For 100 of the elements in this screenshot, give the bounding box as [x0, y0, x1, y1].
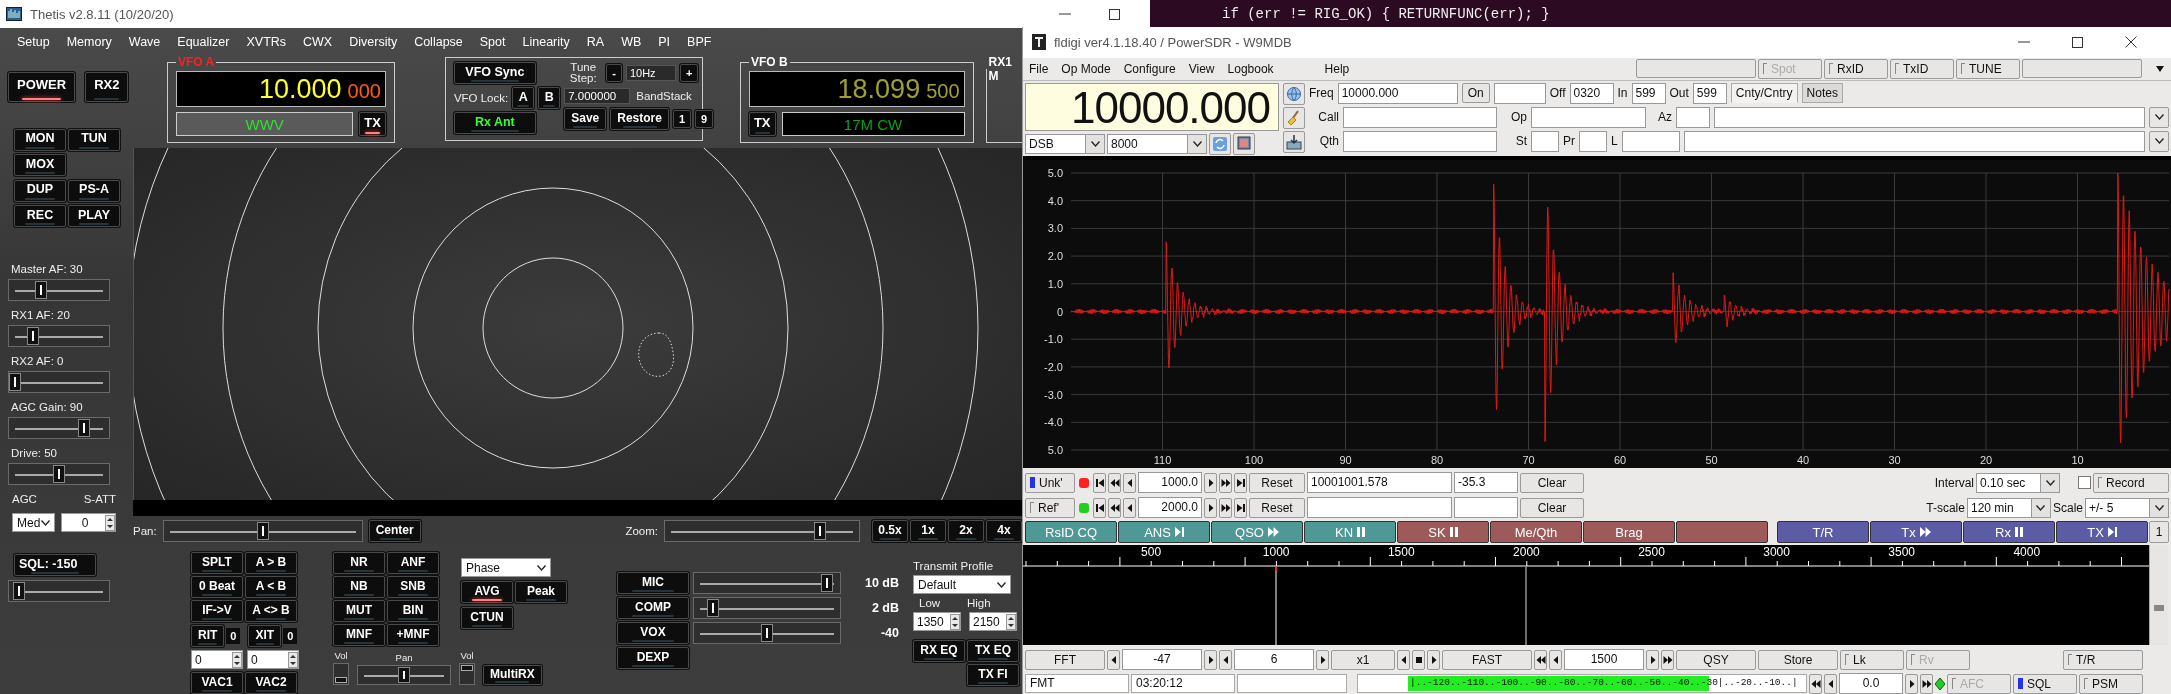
slider-thumb[interactable] — [9, 373, 21, 391]
vfo-button[interactable]: IF->V — [191, 600, 243, 622]
low-cut-field[interactable]: 1350 — [913, 612, 961, 631]
forward-button[interactable] — [1316, 649, 1329, 670]
skip-back-button[interactable] — [1093, 497, 1106, 518]
azimuth-field[interactable] — [1676, 106, 1710, 128]
zoom-button[interactable]: 0.5x — [872, 520, 908, 542]
channel-toggle[interactable]: Unk' — [1025, 472, 1075, 493]
toggle-button[interactable]: Lk — [1840, 649, 1904, 670]
slider[interactable] — [8, 580, 110, 602]
slider[interactable] — [8, 417, 110, 439]
bandstack-button[interactable]: 9 — [695, 110, 714, 128]
back-button[interactable] — [1549, 649, 1562, 670]
time-on-field[interactable] — [1493, 82, 1546, 104]
dropdown-button[interactable] — [2149, 106, 2169, 128]
slider[interactable] — [333, 663, 349, 685]
toggle-button[interactable]: SQL — [2013, 673, 2077, 694]
carrier-frequency-field[interactable]: 1500 — [1564, 649, 1644, 670]
menu-item[interactable]: CWX — [303, 34, 333, 49]
slider-thumb[interactable] — [13, 582, 26, 600]
province-field[interactable] — [1579, 130, 1607, 152]
mode-button[interactable]: PS-A — [68, 179, 120, 202]
scroll-arrow-icon[interactable] — [2155, 64, 2165, 73]
slider-thumb[interactable] — [814, 522, 827, 540]
fast-forward-button[interactable] — [1219, 497, 1232, 518]
offset-field[interactable]: 0 — [247, 650, 299, 669]
reset-button[interactable]: Reset — [1249, 472, 1305, 493]
menu-item[interactable]: Collapse — [414, 34, 463, 49]
scrollbar[interactable] — [2149, 545, 2168, 645]
menu-item[interactable]: XVTRs — [246, 34, 287, 49]
dsp-button[interactable]: BIN — [387, 600, 439, 622]
xit-button[interactable]: XIT — [248, 625, 282, 647]
back-button[interactable] — [1123, 497, 1136, 518]
frequency-display[interactable]: 10.000 000 — [176, 71, 386, 107]
time-off-field[interactable]: 0320 — [1569, 82, 1614, 104]
equalizer-button[interactable]: TX EQ — [967, 640, 1019, 662]
rewind-button[interactable] — [1534, 649, 1547, 670]
state-field[interactable] — [1531, 130, 1559, 152]
macro-button[interactable]: Tx — [1870, 521, 1962, 543]
mode-button[interactable]: DUP — [14, 179, 66, 202]
restore-button[interactable]: Restore — [610, 108, 669, 130]
rx2-button[interactable]: RX2 — [85, 72, 129, 102]
slider[interactable] — [8, 279, 110, 301]
frequency-field[interactable]: 1000.0 — [1138, 472, 1202, 493]
value-field[interactable]: -35.3 — [1454, 472, 1518, 493]
rewind-button[interactable] — [1108, 497, 1121, 518]
tx-control-button[interactable]: MIC — [617, 572, 689, 594]
dsp-button[interactable]: NR — [333, 552, 385, 574]
locator-field[interactable] — [1621, 130, 1680, 152]
vfo-button[interactable]: SPLT — [191, 552, 243, 574]
tx-control-button[interactable]: VOX — [617, 622, 689, 644]
forward-button[interactable] — [1905, 673, 1918, 694]
vfo-lock-button[interactable]: B — [538, 87, 561, 109]
back-button[interactable] — [1824, 673, 1837, 694]
vac-button[interactable]: VAC1 — [191, 672, 243, 694]
menu-item[interactable]: Wave — [128, 34, 161, 49]
menu-item[interactable]: PI — [658, 34, 671, 49]
slider[interactable] — [8, 325, 110, 347]
slider[interactable] — [8, 371, 110, 393]
macro-button[interactable]: Me/Qth — [1490, 521, 1582, 543]
slider-thumb[interactable] — [461, 664, 473, 671]
skip-forward-button[interactable] — [1234, 472, 1247, 493]
reading-field[interactable]: 10001001.578 — [1307, 472, 1452, 493]
time-on-button[interactable]: On — [1461, 83, 1490, 104]
mode-button[interactable]: MON — [14, 128, 66, 151]
tx-rx-button[interactable]: T/R — [2063, 649, 2143, 670]
maximize-icon[interactable] — [2072, 36, 2083, 48]
back-button[interactable] — [1219, 649, 1232, 670]
average-button[interactable]: AVG — [461, 581, 513, 603]
vfo-button[interactable]: A < B — [245, 576, 297, 598]
dsp-button[interactable]: NB — [333, 576, 385, 598]
slider[interactable] — [8, 463, 110, 485]
tab[interactable]: Cnty/Cntry — [1730, 83, 1798, 104]
vfo-lock-button[interactable]: A — [512, 87, 535, 109]
macro-button[interactable]: Rx — [1963, 521, 2055, 543]
macro-button[interactable] — [1676, 521, 1768, 543]
reference-level-field[interactable]: -47 — [1122, 649, 1202, 670]
checkbox[interactable] — [2078, 476, 2091, 489]
tx-button[interactable]: TX — [748, 112, 776, 136]
rewind-button[interactable] — [1809, 673, 1822, 694]
back-button[interactable] — [1123, 472, 1136, 493]
agc-dropdown[interactable]: Med — [12, 513, 55, 532]
tab[interactable]: Notes — [1801, 83, 1843, 104]
macro-button[interactable]: TX — [2056, 521, 2148, 543]
back-button[interactable] — [1107, 649, 1120, 670]
frequency-display[interactable]: 18.099 500 — [748, 71, 965, 107]
fast-forward-button[interactable] — [1661, 649, 1674, 670]
slider-thumb[interactable] — [35, 281, 48, 299]
slider[interactable] — [459, 663, 475, 685]
multirx-button[interactable]: MultiRX — [483, 665, 542, 685]
tx-button[interactable]: TX — [359, 112, 386, 136]
slider[interactable] — [693, 572, 841, 594]
slider-thumb[interactable] — [256, 522, 269, 540]
menu-item[interactable]: Equalizer — [177, 34, 230, 49]
menu-item[interactable]: Help — [1324, 61, 1350, 76]
slider-thumb[interactable] — [761, 624, 773, 642]
slider[interactable] — [693, 622, 841, 644]
slider-thumb[interactable] — [398, 667, 410, 683]
interval-dropdown[interactable]: 0.10 sec — [1976, 472, 2060, 493]
toggle-button[interactable]: TxID — [1890, 58, 1954, 79]
